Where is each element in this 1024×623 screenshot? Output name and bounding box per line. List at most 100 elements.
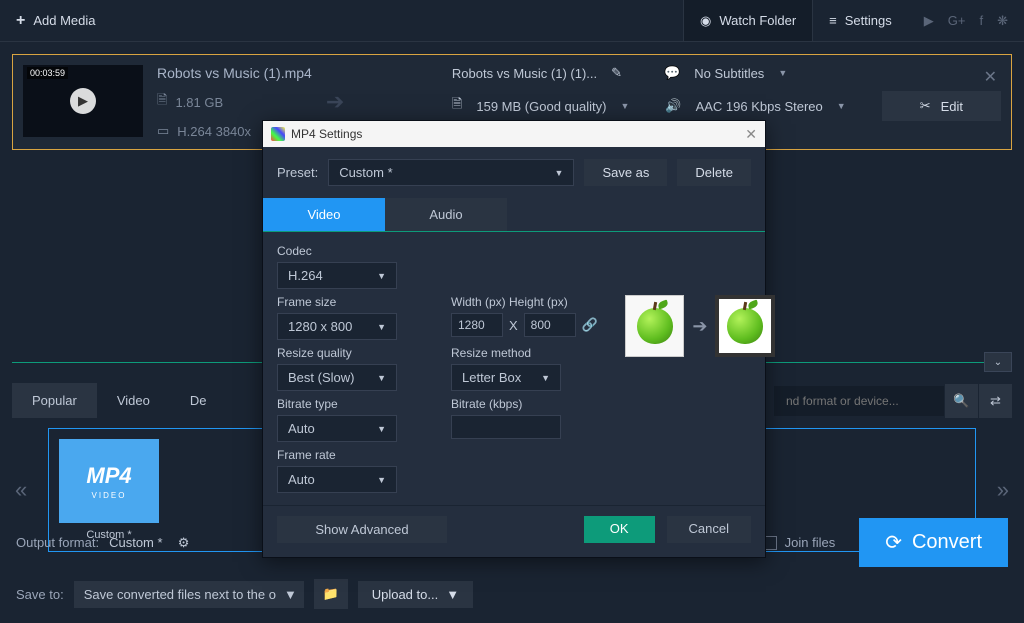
bitrate-input[interactable] [451,415,561,439]
chevron-down-icon: ▼ [377,271,386,281]
timestamp: 00:03:59 [27,67,68,79]
preset-value: Custom * [339,165,392,180]
height-input[interactable] [524,313,576,337]
save-to-label: Save to: [16,587,64,602]
file-size: 1.81 GB [175,95,223,110]
folder-icon: 📁 [323,586,339,602]
chevron-down-icon[interactable]: ▼ [837,101,846,111]
x-label: X [509,318,518,333]
chevron-down-icon[interactable]: ▼ [778,68,787,78]
subtitles-value[interactable]: No Subtitles [694,66,764,81]
resize-preview: ➔ [625,295,775,357]
settings-label: Settings [845,13,892,28]
output-name: Robots vs Music (1) (1)... [452,66,597,81]
tab-video[interactable]: Video [97,383,170,418]
save-to-value: Save converted files next to the o [84,587,276,602]
output-format-label: Output format: [16,535,99,550]
watch-folder-button[interactable]: ◉ Watch Folder [683,0,812,41]
tab-audio[interactable]: Audio [385,198,507,231]
preset-select[interactable]: Custom * ▼ [328,159,574,186]
settings-button[interactable]: ≡ Settings [812,0,908,41]
preset-label: Preset: [277,165,318,180]
plus-icon: + [16,12,25,30]
framesize-label: Frame size [277,295,437,309]
preset-name: MP4 [86,463,131,489]
device-detect-button[interactable]: ⇄ [978,384,1012,418]
app-icon [271,127,285,141]
preview-before [625,295,684,357]
facebook-icon[interactable]: f [979,13,983,29]
refresh-icon: ⟳ [885,530,902,555]
save-as-button[interactable]: Save as [584,159,667,186]
chevron-down-icon: ▼ [377,424,386,434]
cancel-button[interactable]: Cancel [667,516,751,543]
width-input[interactable] [451,313,503,337]
browse-folder-button[interactable]: 📁 [314,579,348,609]
edit-button[interactable]: ✂ Edit [882,91,1001,121]
ok-button[interactable]: OK [584,516,655,543]
next-preset-button[interactable]: » [997,477,1009,503]
file-title: Robots vs Music (1).mp4 [157,65,312,81]
googleplus-icon[interactable]: G+ [948,13,966,29]
resize-method-value: Letter Box [462,370,521,385]
output-size[interactable]: 159 MB (Good quality) [476,99,606,114]
preview-after [715,295,775,357]
video-thumbnail[interactable]: 00:03:59 ▶ [23,65,143,137]
subtitles-icon: 💬 [664,65,680,81]
search-button[interactable]: 🔍 [944,384,978,418]
close-icon[interactable]: ✕ [984,67,997,87]
framesize-value: 1280 x 800 [288,319,352,334]
frame-rate-select[interactable]: Auto ▼ [277,466,397,493]
top-bar: + Add Media ◉ Watch Folder ≡ Settings ▶ … [0,0,1024,42]
tab-video[interactable]: Video [263,198,385,231]
play-icon[interactable]: ▶ [70,88,96,114]
chevron-down-icon: ▼ [555,168,564,178]
bitrate-type-select[interactable]: Auto ▼ [277,415,397,442]
resize-quality-select[interactable]: Best (Slow) ▼ [277,364,397,391]
social-icons: ▶ G+ f ❋ [908,13,1024,29]
show-advanced-button[interactable]: Show Advanced [277,516,447,543]
chevron-down-icon: ▼ [446,587,459,602]
resize-quality-value: Best (Slow) [288,370,354,385]
resize-method-select[interactable]: Letter Box ▼ [451,364,561,391]
youtube-icon[interactable]: ▶ [924,13,934,29]
wh-label: Width (px) Height (px) [451,295,611,309]
chevron-down-icon: ▼ [541,373,550,383]
resize-method-label: Resize method [451,346,611,360]
globe-icon[interactable]: ❋ [997,13,1008,29]
codec-select[interactable]: H.264 ▼ [277,262,397,289]
chevron-down-icon: ▼ [377,322,386,332]
collapse-toggle[interactable]: ⌄ [984,352,1012,372]
add-media-label: Add Media [33,13,95,28]
tab-popular[interactable]: Popular [12,383,97,418]
tab-devices[interactable]: De [170,383,227,418]
file-codec: H.264 3840x [177,124,251,139]
add-media-button[interactable]: + Add Media [0,12,112,30]
audio-value[interactable]: AAC 196 Kbps Stereo [696,99,823,114]
frame-rate-value: Auto [288,472,315,487]
resize-quality-label: Resize quality [277,346,437,360]
arrow-icon: ➔ [692,316,707,337]
chevron-down-icon: ▼ [284,587,297,602]
camera-icon: ◉ [700,13,711,29]
edit-label: Edit [941,99,963,114]
convert-label: Convert [912,531,982,554]
delete-button[interactable]: Delete [677,159,751,186]
output-format-value: Custom * [109,535,162,550]
save-to-select[interactable]: Save converted files next to the o ▼ [74,581,304,608]
gear-icon[interactable]: ⚙ [173,532,195,554]
bitrate-type-label: Bitrate type [277,397,437,411]
dialog-titlebar[interactable]: MP4 Settings ✕ [263,121,765,147]
dialog-footer: Show Advanced OK Cancel [263,505,765,557]
close-icon[interactable]: ✕ [745,126,757,143]
audio-icon: 🔊 [665,98,681,114]
search-input[interactable] [774,386,944,416]
chevron-down-icon[interactable]: ▼ [620,101,629,111]
edit-name-icon[interactable]: ✎ [611,65,622,81]
mp4-settings-dialog: MP4 Settings ✕ Preset: Custom * ▼ Save a… [262,120,766,558]
framesize-select[interactable]: 1280 x 800 ▼ [277,313,397,340]
prev-preset-button[interactable]: « [15,477,27,503]
lock-icon[interactable]: 🔗 [582,317,598,333]
upload-to-select[interactable]: Upload to... ▼ [358,581,473,608]
convert-button[interactable]: ⟳ Convert [859,518,1008,567]
